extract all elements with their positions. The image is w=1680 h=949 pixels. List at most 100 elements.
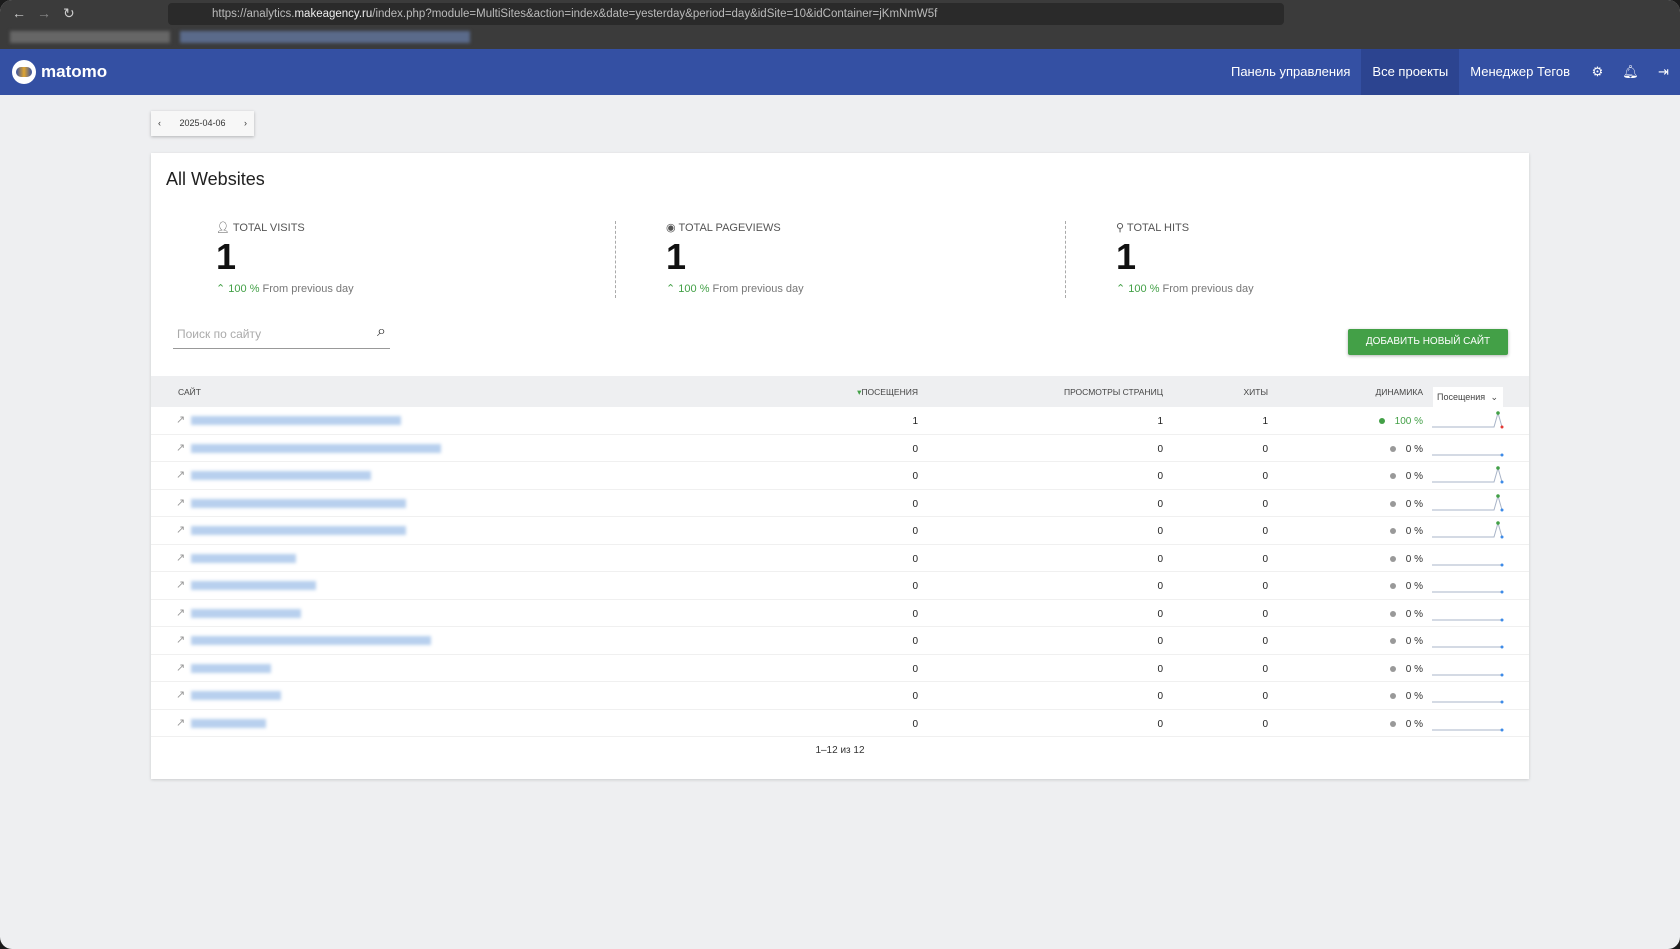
date-picker[interactable]: ‹ 2025-04-06 › xyxy=(151,111,254,136)
reload-icon[interactable]: ↻ xyxy=(63,5,75,22)
col-pageviews[interactable]: Просмотры страниц xyxy=(1064,387,1163,397)
table-row: ↗ 0 0 0 0 % xyxy=(151,710,1529,737)
col-site[interactable]: Сайт xyxy=(178,387,201,397)
external-link-icon[interactable]: ↗ xyxy=(176,551,185,564)
forward-icon[interactable]: → xyxy=(37,5,51,21)
external-link-icon[interactable]: ↗ xyxy=(176,661,185,674)
address-bar[interactable]: https://analytics.makeagency.ru/index.ph… xyxy=(168,3,1284,25)
cell-pageviews: 0 xyxy=(1157,553,1163,565)
trend-flat-icon xyxy=(1389,665,1396,672)
site-name-link-blurred[interactable] xyxy=(191,416,401,425)
col-visits[interactable]: ▾Посещения xyxy=(857,387,918,398)
external-link-icon[interactable]: ↗ xyxy=(176,468,185,481)
logout-icon[interactable]: ⇥ xyxy=(1647,64,1680,80)
trend-flat-icon xyxy=(1389,500,1396,507)
table-row: ↗ 0 0 0 0 % xyxy=(151,655,1529,682)
site-name-link-blurred[interactable] xyxy=(191,581,316,590)
external-link-icon[interactable]: ↗ xyxy=(176,688,185,701)
cell-pageviews: 0 xyxy=(1157,498,1163,510)
url-path: /index.php?module=MultiSites&action=inde… xyxy=(372,8,938,20)
site-name-link-blurred[interactable] xyxy=(191,498,406,508)
trend-up-icon xyxy=(1378,418,1385,425)
cell-hits: 0 xyxy=(1262,553,1268,565)
cell-change: 0 % xyxy=(1389,609,1423,620)
table-row: ↗ 0 0 0 0 % xyxy=(151,462,1529,490)
cell-pageviews: 0 xyxy=(1157,581,1163,592)
cell-change: 0 % xyxy=(1389,636,1423,647)
date-value[interactable]: 2025-04-06 xyxy=(179,111,225,136)
sparkline xyxy=(1432,576,1506,599)
external-link-icon[interactable]: ↗ xyxy=(176,716,185,729)
cell-change: 0 % xyxy=(1389,444,1423,455)
cell-change: 0 % xyxy=(1389,691,1423,702)
table-row: ↗ 0 0 0 0 % xyxy=(151,435,1529,462)
back-icon[interactable]: ← xyxy=(12,5,26,21)
kpi-total-pageviews: ◉ Total pageviews 1 ⌃ 100 % From previou… xyxy=(666,222,804,295)
site-name-link-blurred[interactable] xyxy=(191,526,406,535)
gear-icon[interactable]: ⚙ xyxy=(1581,64,1614,80)
cell-hits: 1 xyxy=(1262,416,1268,427)
trend-flat-icon xyxy=(1389,610,1396,617)
external-link-icon[interactable]: ↗ xyxy=(176,523,185,536)
cell-hits: 0 xyxy=(1262,663,1268,675)
next-date-icon[interactable]: › xyxy=(244,111,247,136)
user-icon: 👤︎ xyxy=(216,222,230,234)
cell-visits: 0 xyxy=(912,636,918,647)
external-link-icon[interactable]: ↗ xyxy=(176,578,185,591)
table-row: ↗ 0 0 0 0 % xyxy=(151,545,1529,572)
nav-dashboard[interactable]: Панель управления xyxy=(1220,49,1361,95)
site-name-link-blurred[interactable] xyxy=(191,553,296,563)
prev-date-icon[interactable]: ‹ xyxy=(158,111,161,136)
cell-hits: 0 xyxy=(1262,498,1268,510)
bookmarks-blurred xyxy=(180,31,470,43)
search-icon[interactable]: ⌕ xyxy=(377,323,386,341)
url-domain: makeagency.ru xyxy=(294,8,373,20)
cell-pageviews: 1 xyxy=(1157,416,1163,427)
cell-hits: 0 xyxy=(1262,636,1268,647)
divider xyxy=(1065,221,1066,298)
table-header: Сайт ▾Посещения Просмотры страниц Хиты Д… xyxy=(151,376,1529,407)
cell-visits: 0 xyxy=(912,663,918,675)
cell-visits: 0 xyxy=(912,443,918,455)
site-name-link-blurred[interactable] xyxy=(191,443,441,453)
add-website-button[interactable]: ДОБАВИТЬ НОВЫЙ САЙТ xyxy=(1348,329,1508,355)
external-link-icon[interactable]: ↗ xyxy=(176,606,185,619)
external-link-icon[interactable]: ↗ xyxy=(176,413,185,426)
matomo-logo[interactable]: matomo xyxy=(12,60,107,84)
trend-flat-icon xyxy=(1389,445,1396,452)
external-link-icon[interactable]: ↗ xyxy=(176,441,185,454)
cell-hits: 0 xyxy=(1262,471,1268,482)
site-name-link-blurred[interactable] xyxy=(191,471,371,480)
cell-pageviews: 0 xyxy=(1157,471,1163,482)
site-name-link-blurred[interactable] xyxy=(191,718,266,728)
cell-visits: 0 xyxy=(912,498,918,510)
sparkline xyxy=(1432,466,1506,489)
col-hits[interactable]: Хиты xyxy=(1244,387,1269,397)
site-name-link-blurred[interactable] xyxy=(191,691,281,700)
cell-pageviews: 0 xyxy=(1157,443,1163,455)
site-search-input[interactable]: Поиск по сайту ⌕ xyxy=(173,323,390,349)
kpi-total-hits: ⚲ Total hits 1 ⌃ 100 % From previous day xyxy=(1116,222,1254,295)
external-link-icon[interactable]: ↗ xyxy=(176,633,185,646)
kpi-total-visits: 👤︎ Total visits 1 ⌃ 100 % From previous … xyxy=(216,222,354,295)
metric-select[interactable]: Посещения ⌄ xyxy=(1433,387,1503,407)
bell-icon[interactable]: 🔔︎ xyxy=(1614,64,1647,80)
cell-change: 0 % xyxy=(1389,526,1423,537)
nav-tag-manager[interactable]: Менеджер Тегов xyxy=(1459,49,1581,95)
cell-hits: 0 xyxy=(1262,526,1268,537)
trend-flat-icon xyxy=(1389,583,1396,590)
table-row: ↗ 0 0 0 0 % xyxy=(151,600,1529,627)
cell-pageviews: 0 xyxy=(1157,608,1163,620)
sparkline xyxy=(1432,493,1506,517)
cell-change: 0 % xyxy=(1389,719,1423,730)
table-row: ↗ 0 0 0 0 % xyxy=(151,627,1529,655)
nav-all-websites[interactable]: Все проекты xyxy=(1361,49,1460,95)
cell-change: 0 % xyxy=(1389,664,1423,675)
eye-icon: ◉ xyxy=(666,222,676,234)
site-name-link-blurred[interactable] xyxy=(191,636,431,645)
site-name-link-blurred[interactable] xyxy=(191,663,271,673)
site-name-link-blurred[interactable] xyxy=(191,608,301,618)
sparkline xyxy=(1432,659,1506,682)
cell-visits: 0 xyxy=(912,718,918,730)
external-link-icon[interactable]: ↗ xyxy=(176,496,185,509)
